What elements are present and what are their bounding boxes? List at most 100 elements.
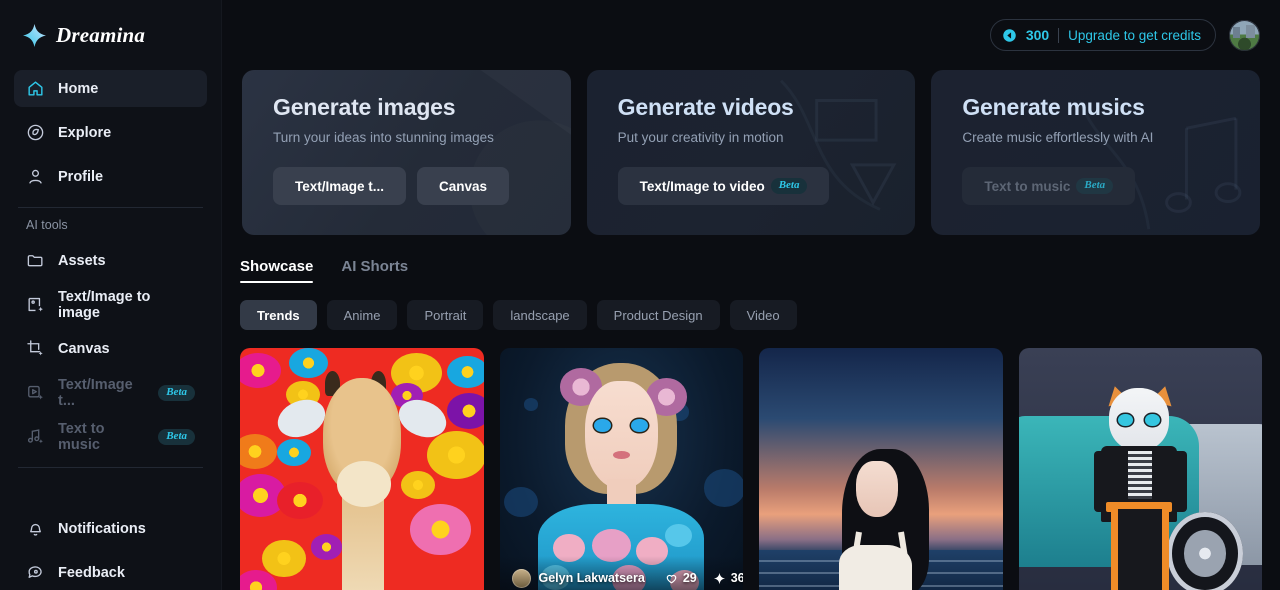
remix-stat[interactable]: 364 — [713, 571, 743, 585]
credits-value: 300 — [1025, 27, 1050, 43]
canvas-button[interactable]: Canvas — [417, 167, 510, 205]
sidebar-item-text-to-music[interactable]: Text to music Beta — [14, 418, 207, 455]
bell-icon — [26, 519, 45, 538]
top-bar: 300 Upgrade to get credits — [222, 0, 1280, 70]
sidebar-section-ai-tools: AI tools — [26, 218, 68, 232]
text-image-to-video-button[interactable]: Text/Image to video Beta — [617, 167, 830, 205]
card-title: Generate images — [273, 94, 456, 120]
sidebar-item-notifications[interactable]: Notifications — [14, 510, 207, 547]
sidebar-item-label: Text/Image to image — [58, 288, 151, 321]
tab-ai-shorts[interactable]: AI Shorts — [341, 258, 408, 283]
text-to-music-button: Text to music Beta — [962, 167, 1136, 205]
remix-count: 364 — [730, 571, 743, 585]
sidebar-item-label: Feedback — [58, 564, 125, 581]
beta-badge: Beta — [1076, 178, 1114, 194]
upgrade-link[interactable]: Upgrade to get credits — [1068, 28, 1201, 43]
sidebar: Dreamina Home Explore Profile AI tools A… — [0, 0, 222, 590]
avatar[interactable] — [1229, 19, 1260, 51]
text-image-to-image-button[interactable]: Text/Image t... — [273, 167, 407, 205]
sidebar-item-label: Explore — [58, 124, 112, 141]
image-sparkle-icon — [26, 295, 45, 314]
promo-card-generate-videos[interactable]: Generate videos Put your creativity in m… — [586, 70, 916, 235]
like-count: 29 — [682, 571, 697, 585]
chip-trends[interactable]: Trends — [240, 300, 317, 330]
button-label: Text to music — [984, 178, 1071, 194]
music-sparkle-icon — [26, 427, 45, 446]
beta-badge: Beta — [158, 384, 195, 401]
chip-video[interactable]: Video — [729, 300, 797, 330]
card-title: Generate musics — [962, 94, 1145, 120]
sidebar-item-canvas[interactable]: Canvas — [14, 330, 207, 367]
sidebar-item-text-image-to-video[interactable]: Text/Image t... Beta — [14, 374, 207, 411]
content-tabs: Showcase AI Shorts — [222, 235, 1280, 283]
sidebar-item-explore[interactable]: Explore — [14, 114, 207, 151]
crop-sparkle-icon — [26, 339, 45, 358]
credits-separator — [1058, 27, 1060, 43]
card-title: Generate videos — [617, 94, 794, 120]
compass-icon — [26, 123, 45, 142]
card-subtitle: Create music effortlessly with AI — [962, 130, 1154, 145]
brand-name: Dreamina — [56, 22, 146, 47]
card-buttons: Text/Image t... Canvas — [273, 167, 571, 205]
chip-product-design[interactable]: Product Design — [596, 300, 720, 330]
gallery-card[interactable] — [759, 348, 1003, 590]
gallery-image-cat — [1018, 348, 1262, 590]
tab-showcase[interactable]: Showcase — [240, 258, 314, 283]
coin-icon — [1002, 28, 1017, 43]
heart-icon — [665, 572, 678, 585]
gallery-card[interactable] — [1018, 348, 1262, 590]
home-icon — [26, 79, 45, 98]
user-icon — [26, 167, 45, 186]
sidebar-item-assets[interactable]: Assets — [14, 242, 207, 279]
gallery-card[interactable]: Gelyn Lakwatsera 29 36 — [499, 348, 743, 590]
gallery-image-doll — [499, 348, 743, 590]
main-content: 300 Upgrade to get credits Generate imag… — [222, 0, 1280, 590]
showcase-gallery: Gelyn Lakwatsera 29 36 — [222, 330, 1280, 590]
app-root: Dreamina Home Explore Profile AI tools A… — [0, 0, 1280, 590]
sparkle-star-icon — [22, 23, 47, 48]
sidebar-item-label: Profile — [58, 168, 104, 185]
gallery-image-giraffe — [240, 348, 484, 590]
video-sparkle-icon — [26, 383, 45, 402]
sidebar-divider-top — [18, 207, 203, 208]
chat-icon — [26, 563, 45, 582]
sidebar-item-label: Text to music — [58, 420, 105, 453]
beta-badge: Beta — [158, 428, 195, 445]
button-label: Text/Image to video — [639, 178, 765, 194]
card-buttons: Text/Image to video Beta — [617, 167, 916, 205]
card-buttons: Text to music Beta — [962, 167, 1260, 205]
chip-anime[interactable]: Anime — [326, 300, 398, 330]
sidebar-item-label: Notifications — [58, 520, 146, 537]
button-label: Canvas — [439, 178, 488, 194]
card-subtitle: Put your creativity in motion — [617, 130, 784, 145]
sidebar-item-feedback[interactable]: Feedback — [14, 554, 207, 590]
gallery-card-meta: Gelyn Lakwatsera 29 36 — [499, 556, 743, 590]
credits-badge[interactable]: 300 Upgrade to get credits — [989, 19, 1216, 51]
author-name[interactable]: Gelyn Lakwatsera — [539, 571, 645, 585]
promo-cards: Generate images Turn your ideas into stu… — [222, 70, 1280, 235]
card-subtitle: Turn your ideas into stunning images — [273, 130, 494, 145]
sidebar-item-label: Assets — [58, 252, 106, 269]
chip-portrait[interactable]: Portrait — [407, 300, 484, 330]
gallery-image-beach — [759, 348, 1003, 590]
filter-chips: Trends Anime Portrait landscape Product … — [222, 283, 1280, 330]
folder-icon — [26, 251, 45, 270]
button-label: Text/Image t... — [295, 178, 385, 194]
promo-card-generate-images[interactable]: Generate images Turn your ideas into stu… — [242, 70, 571, 235]
beta-badge: Beta — [770, 178, 808, 194]
sparkle-icon — [713, 572, 726, 585]
sidebar-item-label: Text/Image t... — [58, 376, 133, 409]
chip-landscape[interactable]: landscape — [493, 300, 587, 330]
gallery-card[interactable] — [240, 348, 484, 590]
sidebar-divider-bottom — [18, 467, 203, 468]
like-stat[interactable]: 29 — [665, 571, 697, 585]
sidebar-item-home[interactable]: Home — [14, 70, 207, 107]
sidebar-item-label: Home — [58, 80, 99, 97]
brand[interactable]: Dreamina — [14, 0, 207, 70]
sidebar-item-text-image-to-image[interactable]: Text/Image to image — [14, 286, 207, 323]
sidebar-item-label: Canvas — [58, 340, 110, 357]
sidebar-item-profile[interactable]: Profile — [14, 158, 207, 195]
promo-card-generate-musics[interactable]: Generate musics Create music effortlessl… — [931, 70, 1261, 235]
author-avatar[interactable] — [511, 568, 531, 588]
